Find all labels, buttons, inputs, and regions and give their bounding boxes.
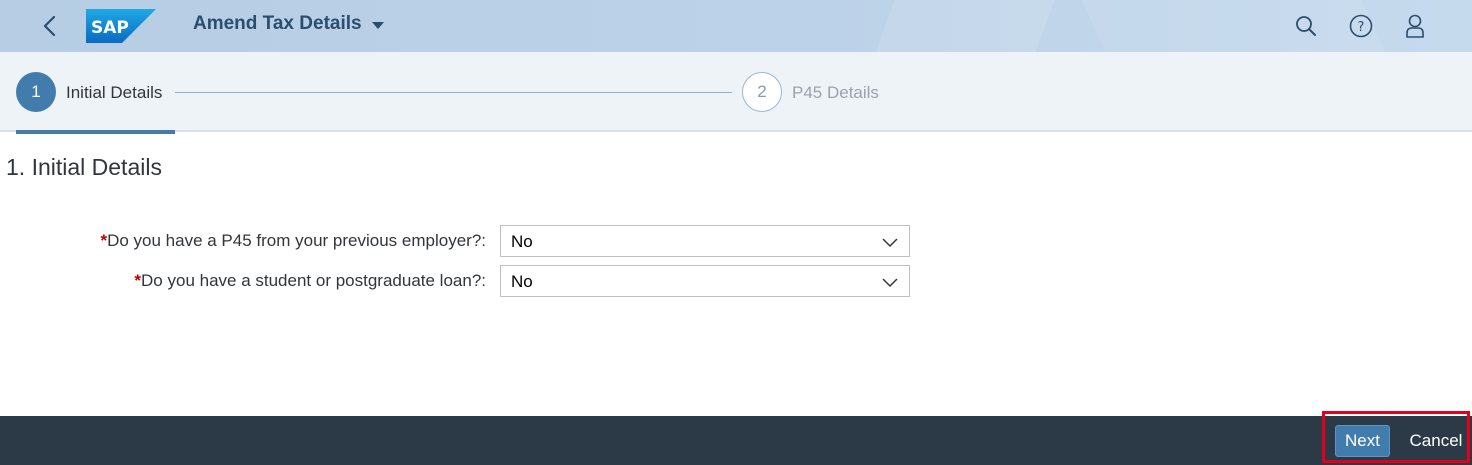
footer-toolbar <box>0 416 1472 465</box>
svg-text:SAP: SAP <box>91 18 129 38</box>
p45-question-label: *Do you have a P45 from your previous em… <box>0 231 486 251</box>
user-button[interactable] <box>1399 10 1431 42</box>
loan-question-label: *Do you have a student or postgraduate l… <box>0 271 486 291</box>
search-icon <box>1296 16 1316 36</box>
help-icon: ? <box>1349 14 1373 38</box>
user-icon <box>1406 14 1424 38</box>
shell-header: SAP Amend Tax Details ? <box>0 0 1472 52</box>
help-button[interactable]: ? <box>1345 10 1377 42</box>
chevron-down-icon[interactable] <box>881 275 899 289</box>
step-2-label: P45 Details <box>792 83 879 102</box>
cancel-button[interactable]: Cancel <box>1400 425 1472 457</box>
step-2-number: 2 <box>742 72 782 112</box>
loan-select[interactable]: No <box>500 265 910 297</box>
p45-question-text: Do you have a P45 from your previous emp… <box>107 231 486 250</box>
app-title: Amend Tax Details <box>193 13 362 34</box>
header-decoration <box>858 0 1062 52</box>
step-connector <box>175 92 732 93</box>
chevron-down-icon[interactable] <box>881 235 899 249</box>
next-button[interactable]: Next <box>1335 425 1390 457</box>
back-icon <box>43 15 56 37</box>
section-title: 1. Initial Details <box>6 154 162 180</box>
step-1-label[interactable]: Initial Details <box>66 83 162 103</box>
svg-text:?: ? <box>1358 20 1365 35</box>
p45-select[interactable]: No <box>500 225 910 257</box>
p45-select-value: No <box>511 232 533 251</box>
wizard-progress: 1 Initial Details 2 P45 Details <box>0 52 1472 134</box>
active-step-indicator <box>16 130 175 134</box>
loan-question-text: Do you have a student or postgraduate lo… <box>141 271 486 290</box>
step-1-number[interactable]: 1 <box>16 72 56 112</box>
search-button[interactable] <box>1290 10 1322 42</box>
back-button[interactable] <box>34 10 66 42</box>
sap-logo[interactable]: SAP <box>86 9 156 43</box>
loan-select-value: No <box>511 272 533 291</box>
caret-down-icon <box>371 21 384 29</box>
app-title-menu[interactable]: Amend Tax Details <box>193 13 384 35</box>
